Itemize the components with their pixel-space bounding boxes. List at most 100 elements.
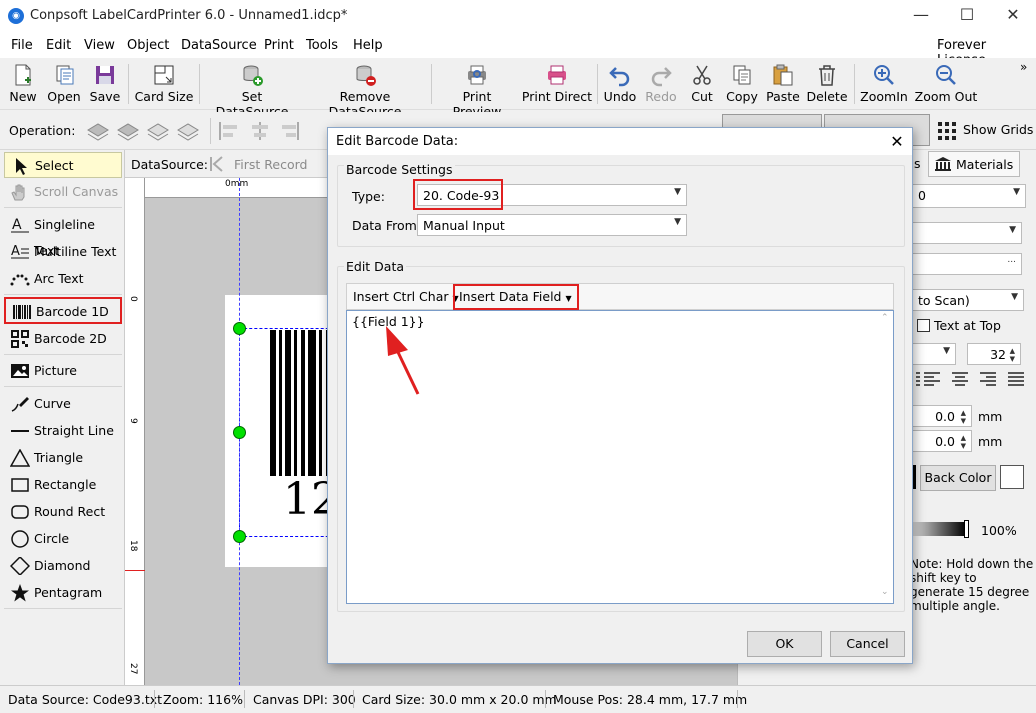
- minimize-button[interactable]: —: [898, 0, 944, 32]
- diamond-icon: [10, 557, 30, 575]
- zoomout-button[interactable]: Zoom Out: [912, 60, 980, 108]
- opacity-slider-thumb[interactable]: [964, 520, 969, 538]
- scan-mode-combo[interactable]: to Scan) ▼: [912, 289, 1024, 311]
- type-highlight-box: [413, 179, 503, 210]
- editor-scrollbar[interactable]: ⌃ ⌄: [879, 313, 893, 603]
- tab-materials[interactable]: Materials: [928, 151, 1020, 177]
- redo-button[interactable]: Redo: [642, 60, 680, 108]
- save-button[interactable]: Save: [86, 60, 124, 108]
- tool-scroll-canvas[interactable]: Scroll Canvas: [4, 179, 122, 205]
- tool-diamond[interactable]: Diamond: [4, 553, 122, 579]
- tab-properties[interactable]: s: [914, 156, 921, 171]
- ellipsis-icon: ...: [1007, 255, 1016, 265]
- cancel-button[interactable]: Cancel: [830, 631, 905, 657]
- tool-curve[interactable]: Curve: [4, 391, 122, 417]
- insert-ctrl-char-label: Insert Ctrl Char: [353, 289, 449, 304]
- resize-handle[interactable]: [233, 426, 246, 439]
- tool-pentagram[interactable]: Pentagram: [4, 580, 122, 606]
- scroll-down-icon[interactable]: ⌄: [881, 587, 889, 597]
- unit-label: mm: [978, 434, 1003, 449]
- menu-object[interactable]: Object: [127, 38, 169, 53]
- tool-triangle[interactable]: Triangle: [4, 445, 122, 471]
- tool-multiline-text[interactable]: A Multiline Text: [4, 239, 122, 265]
- tool-barcode-1d-label: Barcode 1D: [36, 304, 109, 319]
- tool-round-rect-label: Round Rect: [34, 504, 106, 519]
- field-combo-value: 0: [918, 188, 926, 203]
- text-at-top-label: Text at Top: [934, 318, 1001, 333]
- open-button[interactable]: Open: [44, 60, 84, 108]
- ok-button[interactable]: OK: [747, 631, 822, 657]
- edit-barcode-dialog: Edit Barcode Data: ✕ Barcode Settings Ty…: [327, 127, 913, 664]
- zoomin-button[interactable]: ZoomIn: [858, 60, 910, 108]
- open-label: Open: [47, 89, 81, 104]
- field-combo[interactable]: 0 ▼: [912, 184, 1026, 208]
- delete-button[interactable]: Delete: [805, 60, 849, 108]
- menu-tools[interactable]: Tools: [306, 38, 338, 53]
- print-direct-button[interactable]: Print Direct: [521, 60, 593, 108]
- cut-button[interactable]: Cut: [684, 60, 720, 108]
- card-size-button[interactable]: Card Size: [133, 60, 195, 108]
- data-editor-textarea[interactable]: {{Field 1}} ⌃ ⌄: [346, 310, 894, 604]
- tool-arc-text-label: Arc Text: [34, 271, 84, 286]
- database-remove-icon: [356, 65, 376, 86]
- menu-help[interactable]: Help: [353, 38, 383, 53]
- print-preview-button[interactable]: Print Preview: [437, 60, 517, 119]
- new-button[interactable]: New: [4, 60, 42, 108]
- menu-print[interactable]: Print: [264, 38, 294, 53]
- copy-button[interactable]: Copy: [722, 60, 762, 108]
- delete-label: Delete: [806, 89, 848, 104]
- menu-view[interactable]: View: [84, 38, 115, 53]
- toolbar-overflow-icon[interactable]: »: [1020, 60, 1027, 74]
- toolbar-separator: [431, 64, 432, 104]
- tool-round-rect[interactable]: Round Rect: [4, 499, 122, 525]
- set-datasource-button[interactable]: Set DataSource: [204, 60, 300, 119]
- data-from-select[interactable]: Manual Input ▼: [417, 214, 687, 236]
- text-at-top-checkbox[interactable]: [917, 319, 930, 332]
- menu-edit[interactable]: Edit: [46, 38, 71, 53]
- offset-x-stepper[interactable]: 0.0 ▲ ▼: [912, 405, 972, 427]
- maximize-button[interactable]: ☐: [944, 0, 990, 32]
- insert-ctrl-char-button[interactable]: Insert Ctrl Char ▼: [353, 289, 459, 304]
- opacity-slider[interactable]: [912, 522, 966, 536]
- first-record-button[interactable]: First Record: [234, 157, 307, 172]
- tool-curve-label: Curve: [34, 396, 71, 411]
- back-color-swatch[interactable]: [1000, 465, 1024, 489]
- trash-icon: [819, 65, 835, 86]
- browse-field[interactable]: ...: [912, 253, 1022, 275]
- card-size-label: Card Size: [134, 89, 194, 104]
- close-button[interactable]: ✕: [990, 0, 1036, 32]
- font-size-stepper[interactable]: 32 ▲ ▼: [967, 343, 1021, 365]
- print-direct-label: Print Direct: [521, 89, 593, 104]
- undo-button[interactable]: Undo: [601, 60, 639, 108]
- tool-select[interactable]: Select: [4, 152, 122, 178]
- resize-handle[interactable]: [233, 530, 246, 543]
- zoomin-label: ZoomIn: [860, 89, 908, 104]
- offset-y-stepper[interactable]: 0.0 ▲ ▼: [912, 430, 972, 452]
- property-combo[interactable]: ▼: [912, 222, 1022, 244]
- tool-arc-text[interactable]: Arc Text: [4, 266, 122, 292]
- font-combo[interactable]: ▼: [912, 343, 956, 365]
- paste-button[interactable]: Paste: [764, 60, 802, 108]
- remove-datasource-button[interactable]: Remove DataSource: [304, 60, 426, 119]
- tool-picture[interactable]: Picture: [4, 358, 122, 384]
- resize-handle[interactable]: [233, 322, 246, 335]
- tool-barcode-1d[interactable]: Barcode 1D: [4, 297, 122, 324]
- align-icons[interactable]: [218, 120, 328, 142]
- tool-straight-line[interactable]: Straight Line: [4, 418, 122, 444]
- tool-singleline-text[interactable]: A Singleline Text: [4, 212, 122, 258]
- dialog-close-icon[interactable]: ✕: [884, 130, 910, 154]
- qr-code-icon: [11, 330, 29, 348]
- tool-barcode-2d[interactable]: Barcode 2D: [4, 326, 122, 352]
- tool-circle[interactable]: Circle: [4, 526, 122, 552]
- layer-order-icons[interactable]: [86, 120, 204, 142]
- font-size-value: 32: [990, 347, 1006, 362]
- back-color-button[interactable]: Back Color: [920, 465, 996, 491]
- scroll-up-icon[interactable]: ⌃: [881, 313, 889, 323]
- show-grids-button[interactable]: Show Grids: [963, 122, 1033, 137]
- text-align-icons[interactable]: [916, 370, 1028, 388]
- menu-datasource[interactable]: DataSource: [181, 38, 257, 53]
- menu-file[interactable]: File: [11, 38, 33, 53]
- undo-label: Undo: [603, 89, 637, 104]
- circle-icon: [11, 530, 29, 548]
- tool-rectangle[interactable]: Rectangle: [4, 472, 122, 498]
